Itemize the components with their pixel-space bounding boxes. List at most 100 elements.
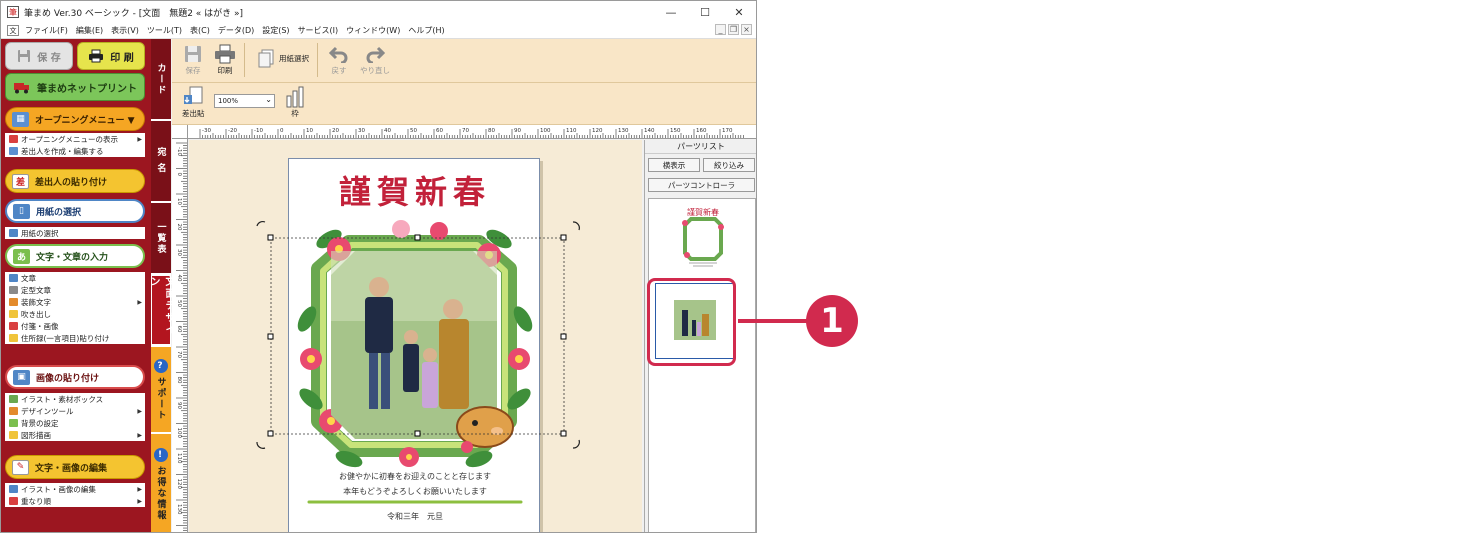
- ruler-corner: [172, 125, 188, 139]
- selection-handles[interactable]: [267, 234, 567, 437]
- ruler-label: 160: [696, 128, 707, 134]
- parts-thumbnail-wreath[interactable]: 謹賀新春: [663, 205, 743, 269]
- sidebar-item-layer-order[interactable]: 重なり順 ▶: [5, 495, 145, 507]
- ruler-label: 70: [462, 128, 469, 134]
- toolbar-save-button[interactable]: 保存: [182, 43, 204, 76]
- menu-table[interactable]: 表(C): [186, 25, 214, 36]
- menu-window[interactable]: ウィンドウ(W): [342, 25, 404, 36]
- zoom-select[interactable]: 100% ⌄: [214, 94, 275, 108]
- opening-menu-header[interactable]: ▦ オープニングメニュー ▼: [5, 107, 145, 131]
- design-canvas[interactable]: 謹賀新春 お健やかに初春をお迎えのことと存じます 本年もどうぞよろしくお願いいた…: [189, 140, 642, 532]
- ruler-label: 60: [176, 326, 182, 333]
- sidebar-item-template-text[interactable]: 定型文章: [5, 284, 145, 296]
- vertical-ruler: -10 0 10 20 30 40 50 60 70 80 90 100 110 120 130: [172, 139, 188, 532]
- callout-line: [738, 319, 808, 323]
- sidebar-item-sentence[interactable]: 文章: [5, 272, 145, 284]
- document-icon[interactable]: 文: [7, 25, 19, 36]
- title-bar: 筆 筆まめ Ver.30 ベーシック - [文面 無題2 « はがき »] — …: [1, 1, 756, 23]
- tab-atena[interactable]: 宛 名: [151, 121, 171, 201]
- frame-button[interactable]: 枠: [284, 86, 306, 119]
- undo-button[interactable]: 戻す: [328, 43, 350, 76]
- sidebar-item-background[interactable]: 背景の設定: [5, 417, 145, 429]
- mdi-close-button[interactable]: ×: [741, 24, 752, 35]
- sidebar-item-opening-menu[interactable]: オープニングメニューの表示 ▶: [5, 133, 145, 145]
- tab-design[interactable]: 文面デザイン: [148, 275, 174, 345]
- sidebar-item-illust-box[interactable]: イラスト・素材ボックス: [5, 393, 145, 405]
- sidebar-item-shape-draw[interactable]: 図形描画 ▶: [5, 429, 145, 441]
- floppy-icon: [185, 46, 201, 62]
- undo-arrow-icon: [329, 46, 348, 63]
- sender-paste-toolbar-button[interactable]: 差出貼: [182, 86, 205, 119]
- close-button[interactable]: ✕: [722, 1, 756, 23]
- ruler-label: -30: [202, 128, 211, 134]
- filter-button[interactable]: 絞り込み: [703, 158, 755, 172]
- delivery-truck-icon: [14, 82, 29, 93]
- submenu-arrow-icon: ▶: [137, 431, 142, 439]
- ruler-label: 150: [670, 128, 681, 134]
- print-button[interactable]: 印 刷: [77, 42, 145, 70]
- ruler-label: 90: [176, 402, 182, 409]
- paper-stack-icon: [258, 49, 274, 68]
- tab-info[interactable]: ! お得な情報: [151, 434, 171, 532]
- sender-paste-icon: 差: [12, 173, 29, 189]
- edit-label: 文字・画像の編集: [35, 463, 108, 474]
- sender-paste-label: 差出人の貼り付け: [35, 177, 108, 188]
- redo-button[interactable]: やり直し: [360, 43, 390, 76]
- sender-paste-header[interactable]: 差 差出人の貼り付け: [5, 169, 145, 193]
- sidebar-item-speech-bubble[interactable]: 吹き出し: [5, 308, 145, 320]
- menu-tools[interactable]: ツール(T): [143, 25, 186, 36]
- tab-card[interactable]: カード: [151, 39, 171, 119]
- paper-select-button[interactable]: 用紙選択: [255, 47, 309, 69]
- sidebar-item-illust-edit[interactable]: イラスト・画像の編集 ▶: [5, 483, 145, 495]
- template-doc-icon: [9, 286, 18, 294]
- parts-controller-button[interactable]: パーツコントローラ: [648, 178, 755, 192]
- menu-service[interactable]: サービス(I): [294, 25, 343, 36]
- menu-settings[interactable]: 設定(S): [258, 25, 293, 36]
- menu-file[interactable]: ファイル(F): [21, 25, 72, 36]
- mdi-restore-button[interactable]: ❐: [728, 24, 739, 35]
- sidebar-item-sticky-image[interactable]: 付箋・画像: [5, 320, 145, 332]
- save-label: 保 存: [37, 52, 61, 64]
- floppy-icon: [18, 50, 31, 62]
- paper-select-header[interactable]: ▯ 用紙の選択: [5, 199, 145, 223]
- sidebar-item-paper-select[interactable]: 用紙の選択: [5, 227, 145, 239]
- mdi-minimize-button[interactable]: _: [715, 24, 726, 35]
- paper-small-icon: [9, 229, 18, 237]
- menu-edit[interactable]: 編集(E): [72, 25, 107, 36]
- submenu-arrow-icon: ▶: [137, 497, 142, 505]
- ruler-label: 30: [358, 128, 365, 134]
- menu-data[interactable]: データ(D): [214, 25, 258, 36]
- text-list: 文章 定型文章 装飾文字 ▶ 吹き出し 付箋・画像 住所録(一言項目)貼り付け: [5, 272, 145, 344]
- opening-menu-label: オープニングメニュー ▼: [35, 115, 135, 126]
- maximize-button[interactable]: ☐: [688, 1, 722, 23]
- selection-overlay: [256, 220, 580, 449]
- layers-icon: [9, 497, 18, 505]
- ruler-label: 40: [384, 128, 391, 134]
- redo-arrow-icon: [366, 46, 385, 63]
- sidebar-item-design-tool[interactable]: デザインツール ▶: [5, 405, 145, 417]
- decorated-text-icon: [9, 298, 18, 306]
- sidebar-item-sender-edit[interactable]: 差出人を作成・編集する: [5, 145, 145, 157]
- submenu-arrow-icon: ▶: [137, 407, 142, 415]
- netprint-row: 筆まめネットプリント: [5, 73, 145, 101]
- image-paste-label: 画像の貼り付け: [36, 373, 100, 384]
- text-input-label: 文字・文章の入力: [36, 252, 109, 263]
- save-button[interactable]: 保 存: [5, 42, 73, 70]
- toolbar-print-button[interactable]: 印刷: [214, 43, 236, 76]
- sidebar-item-decorated-text[interactable]: 装飾文字 ▶: [5, 296, 145, 308]
- horizontal-view-button[interactable]: 横表示: [648, 158, 700, 172]
- secondary-toolbar: 差出貼 100% ⌄ 枠: [172, 83, 756, 125]
- rotate-handle-icons[interactable]: [256, 220, 580, 449]
- netprint-button[interactable]: 筆まめネットプリント: [5, 73, 145, 101]
- minimize-button[interactable]: —: [654, 1, 688, 23]
- menu-view[interactable]: 表示(V): [107, 25, 143, 36]
- sidebar-item-address-paste[interactable]: 住所録(一言項目)貼り付け: [5, 332, 145, 344]
- image-paste-header[interactable]: ▣ 画像の貼り付け: [5, 365, 145, 389]
- menu-help[interactable]: ヘルプ(H): [404, 25, 448, 36]
- edit-header[interactable]: ✎ 文字・画像の編集: [5, 455, 145, 479]
- edit-list: イラスト・画像の編集 ▶ 重なり順 ▶: [5, 483, 145, 507]
- tab-ichiran[interactable]: 一覧表: [151, 203, 171, 273]
- ruler-label: 90: [514, 128, 521, 134]
- tab-support[interactable]: ? サポート: [151, 347, 171, 432]
- text-input-header[interactable]: あ 文字・文章の入力: [5, 244, 145, 268]
